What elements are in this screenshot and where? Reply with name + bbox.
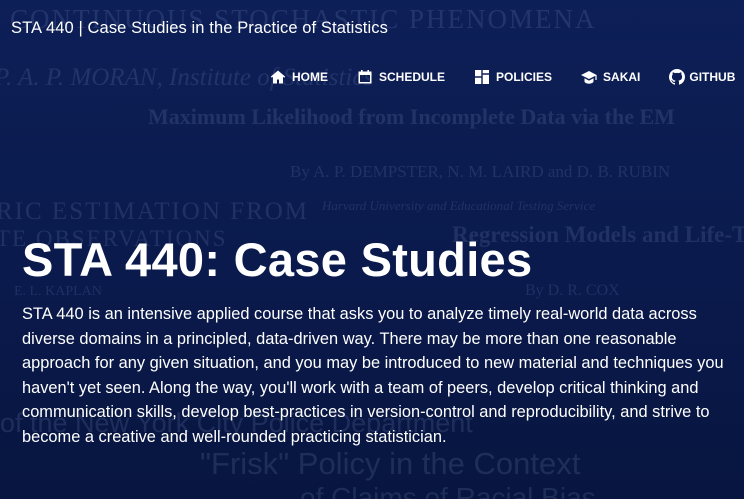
page-title: STA 440: Case Studies bbox=[22, 233, 533, 286]
home-icon bbox=[270, 70, 286, 84]
bg-text-line: By A. P. DEMPSTER, N. M. LAIRD and D. B.… bbox=[290, 162, 671, 181]
github-icon bbox=[669, 69, 686, 85]
nav-github-label: GITHUB bbox=[689, 70, 736, 84]
nav-policies-label: POLICIES bbox=[496, 70, 553, 84]
site-title[interactable]: STA 440 | Case Studies in the Practice o… bbox=[11, 19, 388, 38]
nav-github[interactable]: GITHUB bbox=[669, 69, 735, 85]
bg-text-line: of Claims of Racial Bias bbox=[300, 482, 596, 499]
graduation-cap-icon bbox=[581, 71, 597, 84]
bg-text-line: Maximum Likelihood from Incomplete Data … bbox=[148, 104, 675, 129]
calendar-icon bbox=[358, 70, 372, 84]
bg-text-line: "Frisk" Policy in the Context bbox=[200, 446, 581, 481]
nav-home-label: HOME bbox=[292, 70, 328, 84]
nav-schedule[interactable]: SCHEDULE bbox=[357, 69, 445, 85]
course-description: STA 440 is an intensive applied course t… bbox=[22, 305, 724, 446]
bg-text-line: By D. R. COX bbox=[525, 282, 620, 299]
main-nav: HOME SCHEDULE POLICIES SAKAI GITHUB bbox=[270, 69, 735, 85]
nav-sakai[interactable]: SAKAI bbox=[581, 69, 640, 85]
bg-text-line: RIC ESTIMATION FROM bbox=[0, 198, 310, 225]
nav-policies[interactable]: POLICIES bbox=[474, 69, 552, 85]
nav-schedule-label: SCHEDULE bbox=[379, 70, 446, 84]
bg-text-line: Harvard University and Educational Testi… bbox=[322, 198, 596, 213]
nav-home[interactable]: HOME bbox=[270, 69, 328, 85]
nav-sakai-label: SAKAI bbox=[603, 70, 641, 84]
grid-icon bbox=[475, 70, 490, 84]
